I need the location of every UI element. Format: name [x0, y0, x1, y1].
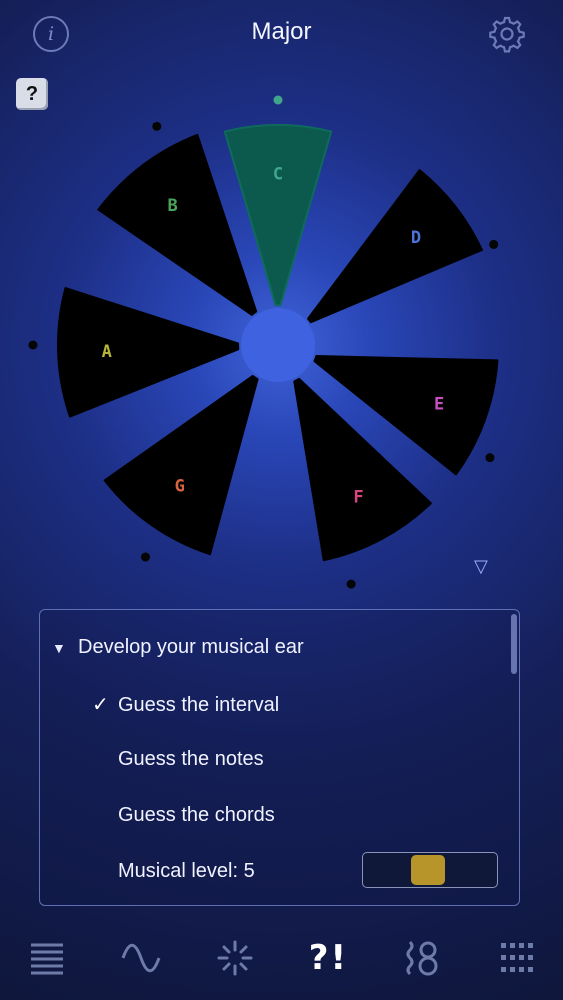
option-guess-chords[interactable]: Guess the chords: [118, 804, 275, 827]
level-slider[interactable]: [362, 852, 498, 888]
tuning-icon: [406, 940, 438, 975]
collapse-toggle-icon[interactable]: ▽: [474, 556, 488, 577]
collapse-triangle-icon: ▼: [52, 640, 66, 656]
section-header[interactable]: ▼ Develop your musical ear: [52, 636, 304, 659]
grid-icon: [501, 942, 534, 972]
option-guess-interval[interactable]: ✓ Guess the interval: [92, 692, 279, 717]
slider-thumb[interactable]: [411, 855, 445, 885]
note-label-B: B: [168, 196, 178, 216]
wave-icon: [121, 943, 161, 972]
note-label-G: G: [175, 476, 185, 496]
option-label: Guess the notes: [118, 748, 264, 770]
option-label: Guess the chords: [118, 804, 275, 826]
nav-tuning[interactable]: [387, 928, 457, 988]
note-label-E: E: [434, 395, 444, 415]
option-label: Guess the interval: [118, 694, 280, 716]
nav-quiz[interactable]: ?!: [293, 928, 363, 988]
options-panel: ▼ Develop your musical ear ✓ Guess the int…: [39, 609, 520, 906]
note-segment-G[interactable]: [103, 374, 259, 556]
bottom-nav: ?!: [0, 915, 563, 1000]
staff-icon: [30, 943, 63, 974]
note-wheel[interactable]: C D E F G A B: [0, 0, 563, 600]
panel-scrollbar[interactable]: [511, 614, 517, 674]
note-segment-A[interactable]: [57, 287, 240, 418]
note-segment-D[interactable]: [307, 169, 483, 324]
note-marker-dot: [28, 340, 38, 350]
nav-grid[interactable]: [481, 928, 551, 988]
note-marker-dot: [489, 239, 499, 249]
checkmark-icon: ✓: [92, 694, 109, 716]
nav-staff[interactable]: [12, 928, 82, 988]
burst-icon: [217, 940, 253, 975]
note-segment-B[interactable]: [97, 133, 258, 316]
nav-burst[interactable]: [200, 928, 270, 988]
musical-level-label: Musical level: 5: [118, 860, 255, 882]
wheel-center[interactable]: [241, 308, 315, 382]
nav-wave[interactable]: [106, 928, 176, 988]
note-marker-dot: [273, 95, 283, 105]
note-marker-dot: [346, 579, 356, 589]
note-label-A: A: [102, 342, 112, 362]
note-marker-dot: [141, 552, 151, 562]
option-guess-notes[interactable]: Guess the notes: [118, 748, 264, 771]
note-label-F: F: [353, 487, 363, 507]
section-title: Develop your musical ear: [78, 636, 304, 658]
note-marker-dot: [152, 121, 162, 131]
note-label-C: C: [273, 165, 283, 185]
note-marker-dot: [485, 453, 495, 463]
note-label-D: D: [411, 228, 421, 248]
quiz-icon: ?!: [308, 937, 348, 978]
